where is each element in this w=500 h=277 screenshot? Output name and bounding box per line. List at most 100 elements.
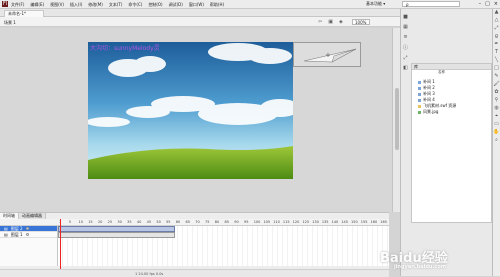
back-icon[interactable]: ⇦ [318,19,322,25]
frame-ruler[interactable]: 1510152025303540455055606570758085909510… [58,219,389,226]
bone-tool-icon[interactable]: ⚲ [493,97,500,105]
title-bar: Fl 文件(F) 编辑(E) 视图(V) 插入(I) 修改(M) 文本(T) 命… [0,0,500,9]
ruler-tick-label: 125 [302,220,310,224]
lasso-tool-icon[interactable]: ϱ [493,33,500,41]
timeline-panel: 时间轴 动画编辑器 151015202530354045505560657075… [0,212,389,277]
minimize-button[interactable]: – [479,1,482,7]
menu-edit[interactable]: 编辑(E) [30,2,44,8]
properties-icon[interactable]: ◧ [403,65,408,71]
symbol-icon [418,86,421,90]
stage-overlay-text: 大沟切：sunnyMelody灵 [90,45,160,52]
workspace-switcher[interactable]: 基本功能 ▾ [366,1,385,7]
menu-view[interactable]: 视图(V) [50,2,64,8]
pencil-tool-icon[interactable]: ✎ [493,73,500,81]
document-tab[interactable]: 未命名-1* [4,10,44,17]
edit-scene-icon[interactable]: ▣ [328,19,333,25]
paper-plane-icon [303,48,357,63]
scene-breadcrumb[interactable]: 场景 1 [4,20,16,26]
transform-icon[interactable]: ⤢ [403,55,407,61]
zoom-select[interactable]: 100% [352,19,370,25]
color-icon[interactable]: ■ [403,14,408,20]
ruler-tick-label: 95 [243,220,249,224]
playhead[interactable] [60,219,61,269]
ruler-tick-label: 55 [166,220,171,224]
layer-row[interactable]: ▤ 图层 1 [0,232,57,238]
ruler-tick-label: 165 [380,220,387,224]
info-icon[interactable]: ⓘ [403,44,408,51]
zoom-tool-icon[interactable]: ⌕ [493,137,500,145]
visibility-dot[interactable] [25,227,29,230]
rectangle-tool-icon[interactable]: □ [493,65,500,73]
free-transform-tool-icon[interactable]: ⤢ [493,25,500,33]
menu-file[interactable]: 文件(F) [11,2,24,8]
ruler-tick-label: 40 [136,220,142,224]
text-tool-icon[interactable]: T [493,49,500,57]
edit-bar: 场景 1 ⇦ ▣ ◈ 100% [0,17,400,27]
menu-commands[interactable]: 命令(C) [128,2,142,8]
deco-tool-icon[interactable]: ✿ [493,89,500,97]
menu-insert[interactable]: 插入(I) [70,2,82,8]
list-item[interactable]: 风景.jpg [412,109,491,115]
symbol-icon [418,92,421,96]
ruler-tick-label: 25 [107,220,113,224]
menu-modify[interactable]: 修改(M) [88,2,103,8]
selection-tool-icon[interactable]: ▲ [493,9,500,17]
search-input[interactable]: ρ [402,1,460,7]
vertical-scrollbar[interactable] [392,28,400,212]
library-column-name[interactable]: 名称 [438,70,445,77]
menu-bar: 文件(F) 编辑(E) 视图(V) 插入(I) 修改(M) 文本(T) 命令(C… [11,2,224,8]
align-icon[interactable]: ≡ [403,34,407,40]
pen-tool-icon[interactable]: ✒ [493,41,500,49]
ruler-tick-label: 60 [175,220,181,224]
hand-tool-icon[interactable]: ✋ [493,129,500,137]
ruler-tick-label: 35 [127,220,132,224]
frame-grid[interactable] [58,226,389,266]
library-header[interactable]: 库 [412,64,491,70]
symbol-icon [418,80,421,84]
ruler-tick-label: 90 [234,220,239,224]
menu-control[interactable]: 控制(O) [148,2,162,8]
ruler-tick-label: 80 [214,220,220,224]
ruler-tick-label: 150 [351,220,358,224]
brush-tool-icon[interactable]: 🖌 [493,81,500,89]
eraser-tool-icon[interactable]: ▭ [493,121,500,129]
ruler-tick-label: 110 [273,220,280,224]
edit-symbol-icon[interactable]: ◈ [339,19,343,25]
ruler-tick-label: 75 [205,220,210,224]
panel-icons: ■ ▦ ≡ ⓘ ⤢ ◧ [401,14,410,71]
static-frame-span[interactable] [58,232,175,238]
document-tab-bar: 未命名-1* [0,9,400,17]
ruler-tick-label: 65 [185,220,191,224]
menu-help[interactable]: 帮助(H) [210,2,224,8]
app-logo: Fl [2,1,8,7]
layer-name[interactable]: 图层 1 [11,232,23,238]
ruler-tick-label: 85 [224,220,229,224]
menu-window[interactable]: 窗口(W) [189,2,204,8]
ruler-tick-label: 100 [253,220,261,224]
maximize-button[interactable]: □ [485,1,490,7]
ruler-tick-label: 130 [312,220,319,224]
subselection-tool-icon[interactable]: △ [493,17,500,25]
timeline-status: 1 24.00 fps 0.0s [135,272,164,276]
ruler-tick-label: 120 [292,220,300,224]
eyedropper-tool-icon[interactable]: ⌖ [493,113,500,121]
paint-bucket-tool-icon[interactable]: ◍ [493,105,500,113]
tools-bar: ▲ △ ⤢ ϱ ✒ T ╲ □ ✎ 🖌 ✿ ⚲ ◍ ⌖ ▭ ✋ ⌕ [492,9,500,276]
close-button[interactable]: × [494,1,498,7]
layer-list: ▤ 图层 2 ▤ 图层 1 [0,226,58,266]
landscape-image [88,42,293,179]
ruler-tick-label: 45 [146,220,152,224]
swatches-icon[interactable]: ▦ [403,24,408,30]
symbol-icon [418,98,421,102]
ruler-tick-label: 10 [78,220,83,224]
baidu-watermark: Baidu经验 jingyan.baidu.com [380,251,448,270]
menu-text[interactable]: 文本(T) [109,2,123,8]
line-tool-icon[interactable]: ╲ [493,57,500,65]
paper-plane-symbol[interactable] [293,42,361,67]
ruler-tick-label: 70 [195,220,200,224]
menu-debug[interactable]: 调试(D) [169,2,183,8]
scrollbar-thumb[interactable] [395,88,399,150]
stage[interactable]: 大沟切：sunnyMelody灵 [88,42,293,179]
visibility-dot[interactable] [25,233,29,236]
right-panel: ■ ▦ ≡ ⓘ ⤢ ◧ 库 名称 补间 1 补间 2 补间 3 补间 4 飞机素… [400,9,492,276]
